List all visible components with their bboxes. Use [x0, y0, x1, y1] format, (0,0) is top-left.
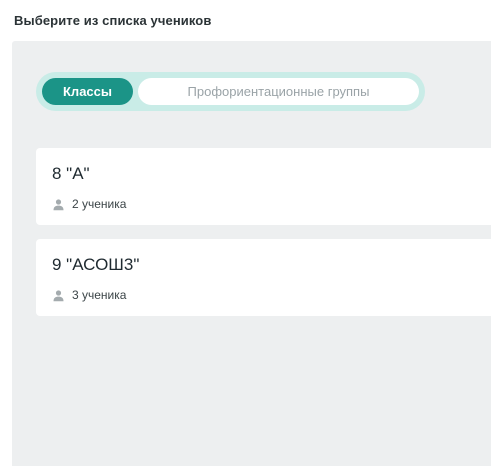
student-list-panel: Классы Профориентационные группы 8 "А" 2…	[12, 41, 491, 466]
person-icon	[53, 198, 64, 210]
student-count-label: 3 ученика	[72, 288, 127, 302]
tab-classes[interactable]: Классы	[42, 78, 133, 105]
class-card-8a[interactable]: 8 "А" 2 ученика	[36, 148, 491, 225]
tab-career-groups[interactable]: Профориентационные группы	[138, 78, 419, 105]
class-name: 8 "А"	[52, 164, 90, 183]
group-type-switcher: Классы Профориентационные группы	[36, 72, 425, 111]
student-count-label: 2 ученика	[72, 197, 127, 211]
class-card-9asosh3[interactable]: 9 "АСОШ3" 3 ученика	[36, 239, 491, 316]
page-title: Выберите из списка учеников	[14, 13, 212, 28]
class-name: 9 "АСОШ3"	[52, 255, 140, 274]
student-count: 2 ученика	[52, 197, 126, 211]
person-icon	[53, 289, 64, 301]
student-count: 3 ученика	[52, 288, 126, 302]
